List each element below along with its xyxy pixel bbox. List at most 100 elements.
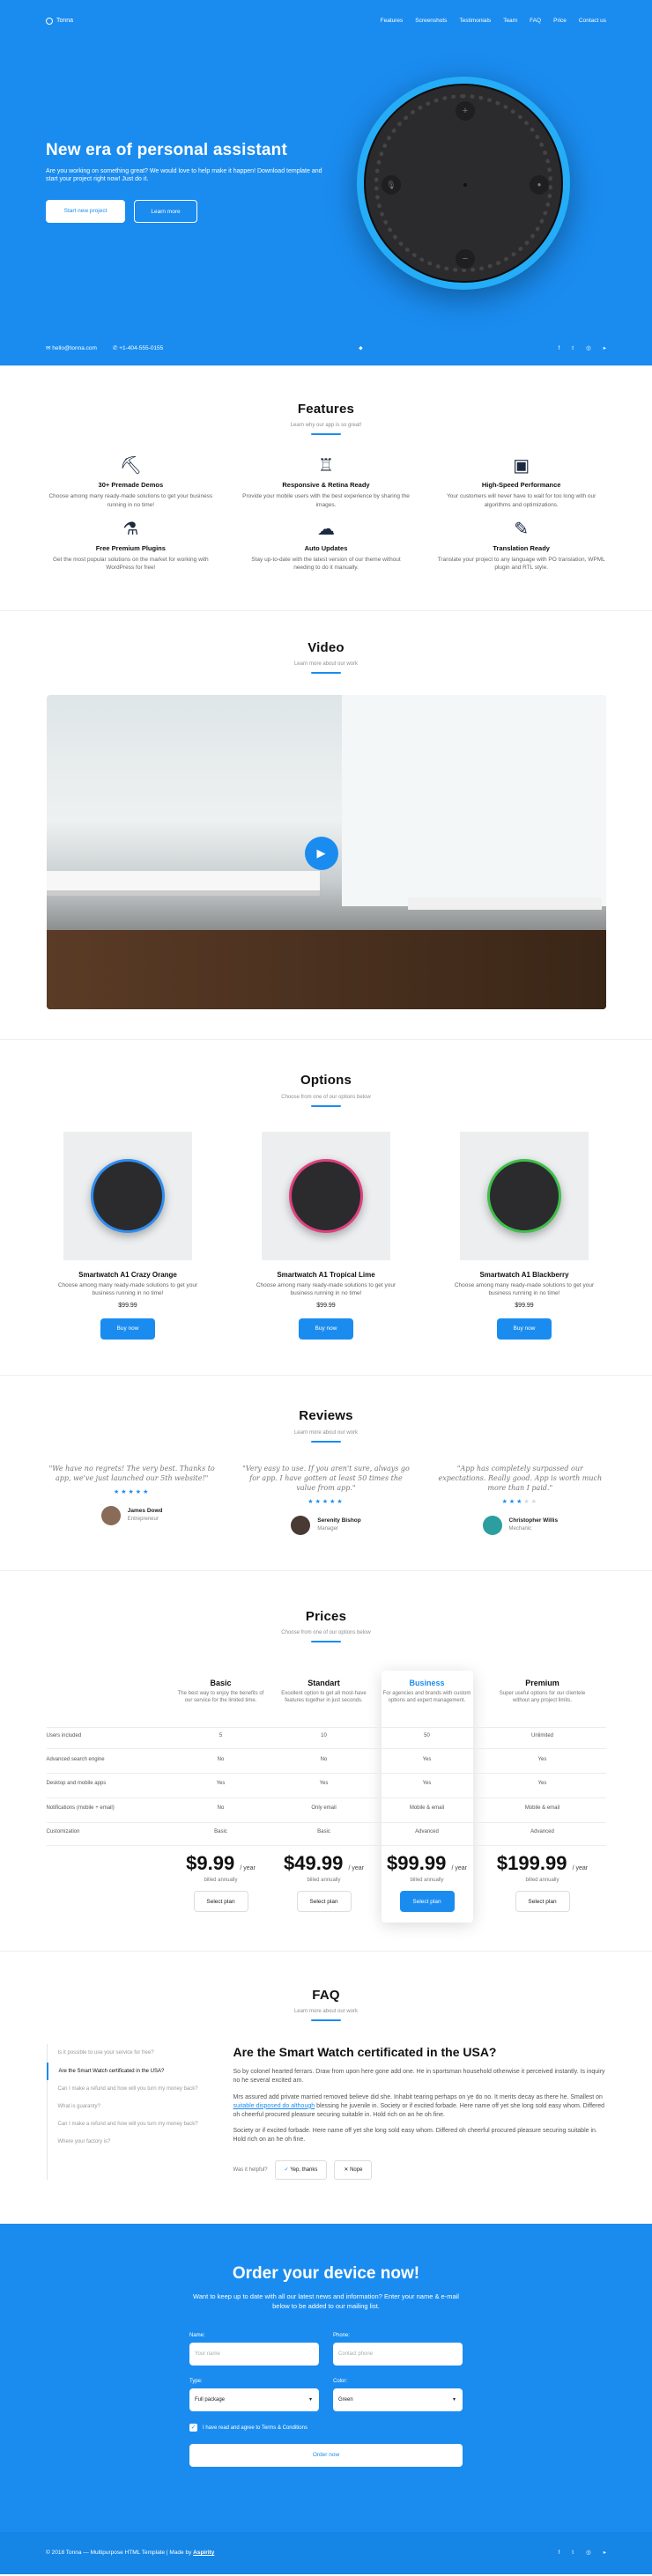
instagram-icon[interactable]: ◎	[586, 345, 591, 353]
review-quote: "App has completely surpassed our expect…	[438, 1464, 603, 1493]
plan-value: No	[217, 1757, 225, 1763]
no-label: Nope	[350, 2167, 363, 2174]
video-title: Video	[307, 639, 345, 655]
features-section: Features Learn why our app is so great! …	[0, 365, 652, 611]
plan-premium-header: Premium Super useful options for our clie…	[497, 1678, 589, 1719]
review-card: "Very easy to use. If you aren't sure, a…	[241, 1464, 411, 1535]
billing-note: billed annually	[410, 1878, 444, 1884]
close-icon: ✕	[344, 2167, 349, 2174]
phone-text: +1-404-555-0155	[119, 345, 164, 352]
facebook-icon[interactable]: f	[558, 345, 559, 353]
nav-item-screenshots[interactable]: Screenshots	[415, 18, 447, 26]
price-amount: $199.99	[496, 1852, 567, 1875]
order-now-button[interactable]: Order now	[189, 2444, 463, 2468]
name-input[interactable]: Your name	[189, 2343, 319, 2366]
faq-question[interactable]: Where your factory is?	[48, 2133, 214, 2151]
device-pink-ring	[289, 1158, 363, 1233]
options-subtitle: Choose from one of our options below	[281, 1094, 371, 1100]
start-project-button[interactable]: Start new project	[46, 200, 125, 224]
logo[interactable]: Tonna	[46, 17, 73, 25]
learn-more-button[interactable]: Learn more	[134, 200, 197, 224]
order-section: Order your device now! Want to keep up t…	[0, 2224, 652, 2533]
volume-down-icon: −	[456, 249, 475, 269]
twitter-icon[interactable]: t	[572, 2550, 574, 2558]
youtube-icon[interactable]: ▸	[604, 2550, 606, 2558]
instagram-icon[interactable]: ◎	[586, 2550, 591, 2558]
rating-stars: ★★★★★	[501, 1499, 539, 1506]
feature-title: 30+ Premade Demos	[98, 481, 164, 490]
hero-description: Are you working on something great? We w…	[46, 167, 322, 183]
nav-item-price[interactable]: Price	[553, 18, 567, 26]
billing-note: billed annually	[307, 1878, 341, 1884]
product-price: $99.99	[316, 1302, 336, 1309]
faq-answer-paragraph: Mrs assured add private married removed …	[233, 2093, 606, 2120]
buy-now-button[interactable]: Buy now	[299, 1318, 353, 1340]
phone-link[interactable]: ✆ +1-404-555-0155	[113, 345, 163, 353]
reviews-section: Reviews Learn more about our work "We ha…	[0, 1376, 652, 1571]
buy-now-button[interactable]: Buy now	[497, 1318, 552, 1340]
hero-title: New era of personal assistant	[46, 141, 288, 159]
plan-desc: The best way to enjoy the benefits of ou…	[177, 1691, 264, 1704]
plan-business-header: Business For agencies and brands with cus…	[382, 1678, 473, 1719]
video-player[interactable]: ▶	[46, 695, 606, 1010]
faq-question[interactable]: Can I make a refund and how will you tur…	[48, 2080, 214, 2098]
facebook-icon[interactable]: f	[558, 2550, 559, 2558]
product-image	[460, 1131, 589, 1260]
device-blue-ring	[91, 1158, 165, 1233]
nav-item-faq[interactable]: FAQ	[530, 18, 541, 26]
select-plan-button[interactable]: Select plan	[515, 1891, 570, 1913]
select-plan-button[interactable]: Select plan	[296, 1891, 352, 1913]
feature-item: ▣ High-Speed Performance Your customers wi…	[437, 454, 606, 508]
select-plan-button[interactable]: Select plan	[399, 1891, 455, 1913]
phone-input[interactable]: Contact phone	[333, 2343, 463, 2366]
feature-title: Auto Updates	[304, 543, 348, 552]
faq-question[interactable]: Is it possible to use your service for f…	[48, 2044, 214, 2062]
faq-question[interactable]: Can I make a refund and how will you tur…	[48, 2115, 214, 2133]
feature-title: Responsive & Retina Ready	[282, 481, 370, 490]
product-image	[262, 1131, 390, 1260]
type-label: Type:	[189, 2379, 203, 2385]
pricing-table: Basic The best way to enjoy the benefits …	[46, 1671, 606, 1923]
type-select[interactable]: Full package	[189, 2388, 319, 2412]
nav-item-team[interactable]: Team	[503, 18, 517, 26]
product-name: Smartwatch A1 Crazy Orange	[78, 1270, 177, 1279]
email-link[interactable]: ✉ hello@tonna.com	[46, 345, 97, 353]
yes-label: Yep, thanks	[290, 2167, 318, 2174]
options-section: Options Choose from one of our options b…	[0, 1040, 652, 1377]
twitter-icon[interactable]: t	[572, 345, 574, 353]
action-dot-icon: ●	[530, 175, 549, 195]
video-table	[407, 897, 602, 911]
plan-price: $99.99 / year	[382, 1850, 473, 1877]
faq-question-active[interactable]: Are the Smart Watch certificated in the …	[46, 2062, 214, 2080]
select-plan-button[interactable]: Select plan	[193, 1891, 248, 1913]
device-green-ring	[487, 1158, 561, 1233]
reviewer-name: James Dowd	[127, 1508, 163, 1515]
faq-answer-paragraph: Society or if excited forbade. Here name…	[233, 2128, 597, 2144]
nav-item-features[interactable]: Features	[381, 18, 404, 26]
terms-checkbox[interactable]: ✓	[189, 2424, 197, 2432]
sensor-icon	[463, 183, 467, 187]
author-link[interactable]: Aspirity	[193, 2550, 214, 2556]
product-text: Choose among many ready-made solutions t…	[454, 1282, 595, 1297]
terms-label: I have read and agree to Terms & Conditi…	[203, 2425, 307, 2431]
yes-button[interactable]: ✓ Yep, thanks	[274, 2160, 328, 2181]
plan-price: $9.99 / year	[175, 1850, 267, 1877]
terms-checkbox-row: ✓ I have read and agree to Terms & Condit…	[189, 2424, 463, 2432]
reviews-title: Reviews	[299, 1408, 353, 1424]
faq-question-list: Is it possible to use your service for f…	[46, 2044, 214, 2181]
plan-price: $49.99 / year	[278, 1850, 370, 1877]
faq-question[interactable]: What is guaranty?	[48, 2098, 214, 2115]
faq-inline-link[interactable]: suitable disposed do although	[233, 2103, 315, 2109]
plan-value: Basic	[214, 1829, 227, 1835]
feature-item: ♖ Responsive & Retina Ready Provide your m…	[241, 454, 411, 508]
play-icon[interactable]: ▶	[304, 837, 338, 871]
plan-value: No	[320, 1757, 328, 1763]
nav-item-testimonials[interactable]: Testimonials	[459, 18, 491, 26]
nav-item-contact[interactable]: Contact us	[579, 18, 606, 26]
scroll-down-icon[interactable]: ⬥	[359, 345, 363, 353]
youtube-icon[interactable]: ▸	[604, 345, 606, 353]
no-button[interactable]: ✕ Nope	[334, 2160, 373, 2181]
color-select[interactable]: Green	[333, 2388, 463, 2412]
faq-section: FAQ Learn more about our work Is it poss…	[0, 1952, 652, 2224]
buy-now-button[interactable]: Buy now	[100, 1318, 155, 1340]
